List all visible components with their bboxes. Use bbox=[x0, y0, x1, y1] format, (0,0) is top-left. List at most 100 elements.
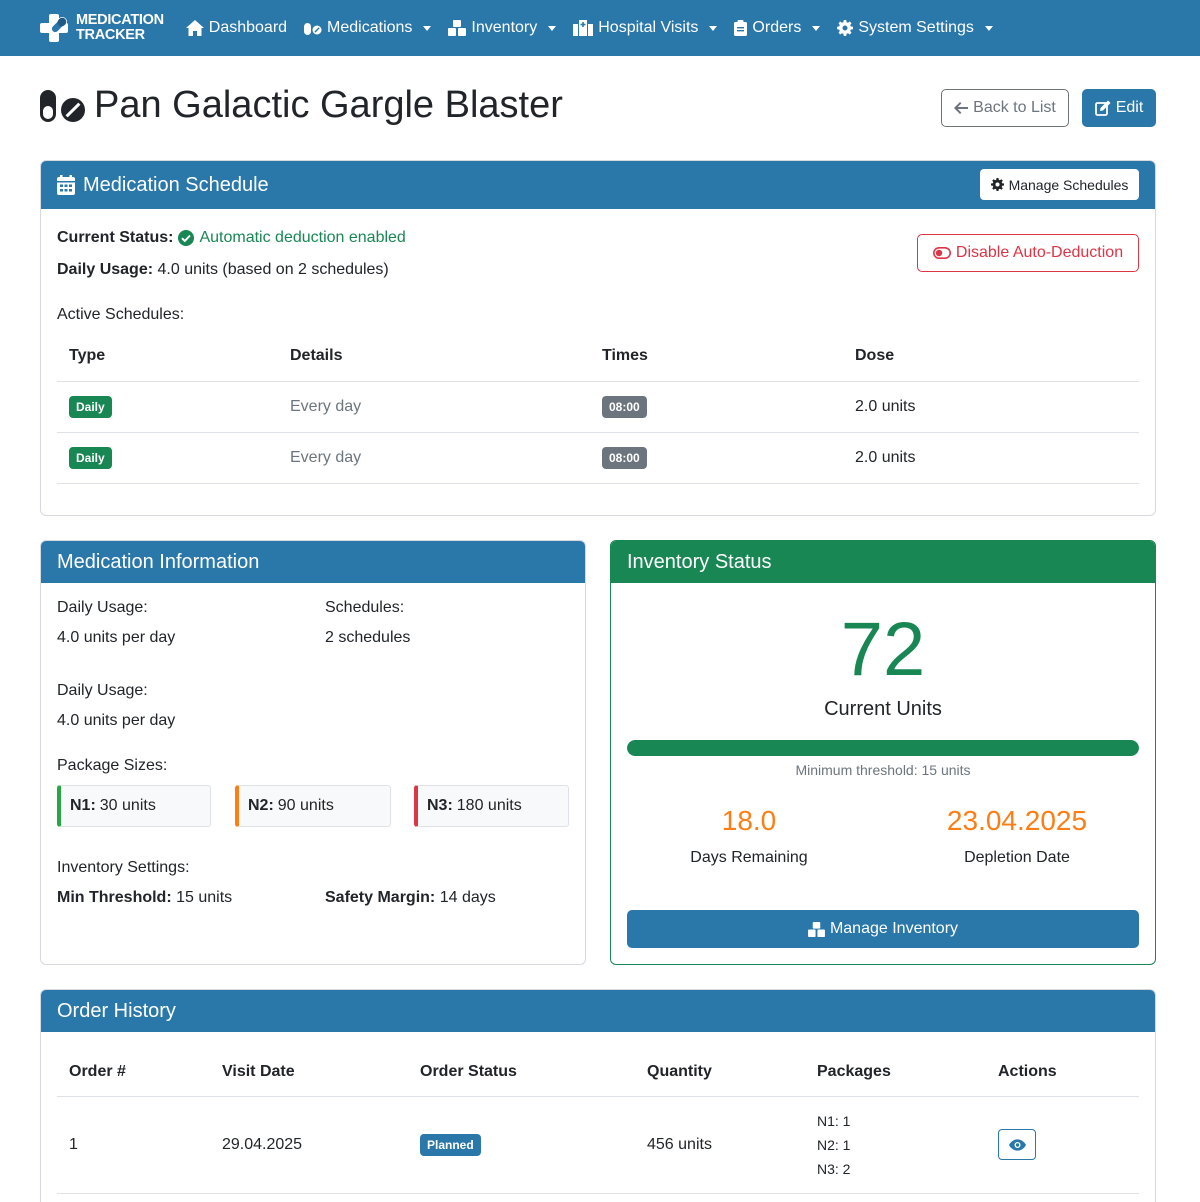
inventory-progress-bar bbox=[627, 740, 1139, 756]
package-line: N1: 1 bbox=[817, 1112, 851, 1129]
package-n1-name: N1: bbox=[70, 797, 96, 814]
schedule-dose: 2.0 units bbox=[855, 448, 916, 466]
package-n1: N1: 30 units bbox=[57, 785, 211, 827]
order-visit-date: 29.04.2025 bbox=[222, 1135, 303, 1153]
orders-table-header: Order # Visit Date Order Status Quantity… bbox=[57, 1048, 1139, 1096]
package-n2-value: 90 units bbox=[277, 797, 334, 814]
pills-icon bbox=[40, 89, 85, 122]
schedule-card-header: Medication Schedule Manage Schedules bbox=[41, 161, 1155, 209]
view-order-button[interactable] bbox=[998, 1129, 1036, 1160]
current-units-value: 72 bbox=[840, 607, 926, 692]
order-number: 1 bbox=[69, 1135, 78, 1153]
info-daily-usage-value: 4.0 units per day bbox=[57, 629, 176, 646]
col-quantity: Quantity bbox=[647, 1062, 712, 1080]
package-n3-value: 180 units bbox=[456, 797, 522, 814]
package-n2-name: N2: bbox=[248, 797, 274, 814]
col-order-status: Order Status bbox=[420, 1062, 517, 1080]
order-status-badge: Planned bbox=[420, 1133, 481, 1156]
col-visit-date: Visit Date bbox=[222, 1062, 295, 1080]
page-title-text: Pan Galactic Gargle Blaster bbox=[94, 84, 563, 126]
inventory-card-title: Inventory Status bbox=[627, 550, 772, 573]
arrow-left-icon bbox=[954, 102, 969, 114]
chevron-down-icon bbox=[812, 25, 821, 31]
current-status-label: Current Status: bbox=[57, 229, 174, 246]
info-card-header: Medication Information bbox=[41, 541, 585, 583]
nav-hospital-visits[interactable]: Hospital Visits bbox=[573, 19, 718, 37]
package-line: N2: 1 bbox=[817, 1136, 851, 1153]
package-n3-name: N3: bbox=[427, 797, 453, 814]
brand-line1: MEDICATION bbox=[76, 12, 164, 28]
boxes-icon bbox=[448, 20, 467, 36]
clipboard-icon bbox=[734, 20, 748, 36]
home-icon bbox=[185, 20, 204, 36]
edit-icon bbox=[1094, 100, 1111, 116]
nav-system-settings[interactable]: System Settings bbox=[837, 19, 993, 37]
boxes-icon bbox=[808, 921, 825, 937]
medication-schedule-card: Medication Schedule Manage Schedules Cur… bbox=[40, 160, 1156, 516]
col-type: Type bbox=[69, 346, 106, 364]
order-history-header: Order History bbox=[41, 990, 1155, 1032]
medication-information-card: Medication Information Daily Usage: 4.0 … bbox=[40, 540, 586, 965]
package-n1-value: 30 units bbox=[99, 797, 156, 814]
chevron-down-icon bbox=[709, 25, 718, 31]
nav-inventory[interactable]: Inventory bbox=[448, 19, 557, 37]
schedule-time-badge: 08:00 bbox=[602, 395, 647, 418]
table-row: Daily Every day 08:00 2.0 units bbox=[57, 381, 1139, 432]
orders-table: Order # Visit Date Order Status Quantity… bbox=[57, 1048, 1139, 1194]
info-card-title: Medication Information bbox=[57, 550, 260, 573]
depletion-date-value: 23.04.2025 bbox=[946, 805, 1088, 836]
daily-usage-value: 4.0 units (based on 2 schedules) bbox=[157, 261, 389, 278]
safety-margin-row: Safety Margin: 14 days bbox=[325, 889, 496, 907]
page-title: Pan Galactic Gargle Blaster bbox=[40, 84, 563, 127]
info-schedules-label: Schedules: bbox=[325, 599, 405, 616]
current-status-row: Current Status: Automatic deduction enab… bbox=[57, 229, 406, 247]
info-daily-usage-label: Daily Usage: bbox=[57, 599, 148, 616]
active-schedules-label: Active Schedules: bbox=[57, 306, 185, 323]
pills-icon bbox=[304, 23, 322, 35]
schedule-type-badge: Daily bbox=[69, 395, 112, 418]
info-schedules-value: 2 schedules bbox=[325, 629, 411, 646]
package-n2: N2: 90 units bbox=[235, 785, 391, 827]
manage-inventory-label: Manage Inventory bbox=[829, 920, 959, 937]
order-packages: N1: 1 N2: 1 N3: 2 bbox=[817, 1096, 998, 1193]
schedules-table: Type Details Times Dose Daily Every day … bbox=[57, 331, 1139, 484]
brand-logo-icon bbox=[38, 12, 70, 44]
nav-orders[interactable]: Orders bbox=[734, 19, 821, 37]
nav-orders-label: Orders bbox=[752, 19, 802, 36]
table-row: 1 29.04.2025 Planned 456 units N1: 1 N2:… bbox=[57, 1096, 1139, 1193]
col-details: Details bbox=[290, 346, 343, 364]
nav-dashboard-label: Dashboard bbox=[208, 19, 288, 36]
min-threshold-label: Min Threshold: bbox=[57, 889, 172, 906]
brand[interactable]: MEDICATION TRACKER bbox=[38, 12, 164, 44]
disable-auto-deduction-button[interactable]: Disable Auto-Deduction bbox=[917, 234, 1139, 272]
manage-inventory-button[interactable]: Manage Inventory bbox=[627, 910, 1139, 948]
schedule-time-badge: 08:00 bbox=[602, 446, 647, 469]
schedule-type-badge: Daily bbox=[69, 446, 112, 469]
schedule-dose: 2.0 units bbox=[855, 397, 916, 415]
package-line: N3: 2 bbox=[817, 1160, 851, 1177]
package-sizes-label: Package Sizes: bbox=[57, 757, 168, 774]
order-history-card: Order History Order # Visit Date Order S… bbox=[40, 989, 1156, 1202]
daily-usage-label: Daily Usage: bbox=[57, 261, 154, 278]
inventory-settings-label: Inventory Settings: bbox=[57, 859, 190, 876]
inventory-status-card: Inventory Status 72 Current Units Minimu… bbox=[610, 540, 1156, 965]
current-units-label: Current Units bbox=[824, 698, 942, 720]
back-to-list-label: Back to List bbox=[973, 99, 1056, 116]
nav-dashboard[interactable]: Dashboard bbox=[185, 19, 288, 37]
back-to-list-button[interactable]: Back to List bbox=[941, 89, 1069, 127]
nav-system-settings-label: System Settings bbox=[858, 19, 974, 36]
daily-usage-row: Daily Usage: 4.0 units (based on 2 sched… bbox=[57, 261, 389, 279]
nav-medications[interactable]: Medications bbox=[304, 19, 432, 37]
edit-button[interactable]: Edit bbox=[1082, 89, 1156, 127]
brand-line2: TRACKER bbox=[76, 27, 145, 43]
col-dose: Dose bbox=[855, 346, 895, 364]
chevron-down-icon bbox=[984, 25, 993, 31]
gear-icon bbox=[837, 20, 854, 36]
manage-schedules-button[interactable]: Manage Schedules bbox=[980, 169, 1139, 200]
info-daily-usage-value-2: 4.0 units per day bbox=[57, 712, 176, 729]
calendar-icon bbox=[57, 175, 75, 195]
col-actions: Actions bbox=[998, 1062, 1057, 1080]
hospital-icon bbox=[573, 20, 594, 36]
days-remaining-label: Days Remaining bbox=[690, 849, 808, 866]
schedule-details: Every day bbox=[290, 448, 362, 466]
